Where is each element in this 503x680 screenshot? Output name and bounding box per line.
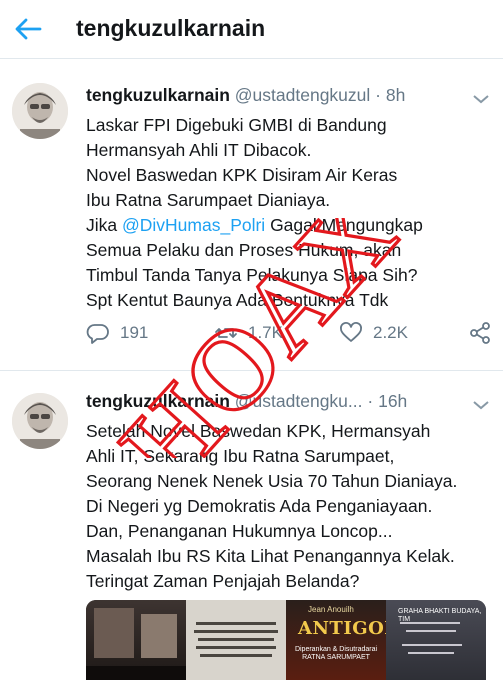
avatar[interactable] <box>12 83 68 139</box>
tweet-time: · 16h <box>367 391 408 411</box>
tweet-line-text: Gagal Mengungkap <box>265 215 423 235</box>
share-button[interactable] <box>468 321 492 345</box>
reply-button[interactable]: 191 <box>86 321 148 345</box>
tweet-header: tengkuzulkarnain @ustadtengku... · 16h <box>86 391 407 412</box>
tweet-line: Spt Kentut Baunya Ada Bentuknya Tdk <box>86 290 389 310</box>
reply-count: 191 <box>120 323 149 342</box>
display-name[interactable]: tengkuzulkarnain <box>86 391 230 411</box>
like-button[interactable]: 2.2K <box>339 321 408 345</box>
retweet-count: 1.7K <box>248 323 283 342</box>
tweet-time: · 8h <box>375 85 406 105</box>
tweet-text: Laskar FPI Digebuki GMBI di Bandung Herm… <box>86 113 498 313</box>
tweet-line: Jika @DivHumas_Polri Gagal Mengungkap <box>86 213 498 238</box>
user-handle[interactable]: @ustadtengku... <box>235 391 363 411</box>
tweet-media[interactable]: Jean Anouilh Diperankan & Disutradarai R… <box>86 600 486 680</box>
tweet-header: tengkuzulkarnain @ustadtengkuzul · 8h <box>86 85 405 106</box>
share-icon <box>470 322 490 344</box>
retweet-button[interactable]: 1.7K <box>214 321 283 345</box>
avatar[interactable] <box>12 393 68 449</box>
tweet-line: Hermansyah Ahli IT Dibacok. <box>86 140 312 160</box>
tweet-line: Seorang Nenek Nenek Usia 70 Tahun Diania… <box>86 471 458 491</box>
poster-credit: Diperankan & Disutradarai RATNA SARUMPAE… <box>294 646 378 661</box>
tweet[interactable]: tengkuzulkarnain @ustadtengkuzul · 8h La… <box>0 59 503 371</box>
media-photo <box>86 600 186 680</box>
poster-author: Jean Anouilh <box>308 605 354 614</box>
tweet-line: Dan, Penanganan Hukumnya Loncop... <box>86 521 393 541</box>
tweet-actions: 191 1.7K 2.2K <box>86 321 496 351</box>
more-options-icon[interactable] <box>471 397 491 410</box>
tweet-line: Ibu Ratna Sarumpaet Dianiaya. <box>86 190 331 210</box>
display-name[interactable]: tengkuzulkarnain <box>86 85 230 105</box>
tweet-line: Novel Baswedan KPK Disiram Air Keras <box>86 165 398 185</box>
tweet-text: Setelah Novel Baswedan KPK, Hermansyah A… <box>86 419 498 594</box>
media-poster: Jean Anouilh Diperankan & Disutradarai R… <box>286 600 386 680</box>
like-count: 2.2K <box>373 323 408 342</box>
tweet-line: Setelah Novel Baswedan KPK, Hermansyah <box>86 421 431 441</box>
page-title: tengkuzulkarnain <box>76 15 266 41</box>
media-venue: GRAHA BHAKTI BUDAYA, TIM <box>386 600 486 680</box>
tweet-line-text: Jika <box>86 215 122 235</box>
media-credits <box>186 600 286 680</box>
tweet-line: Laskar FPI Digebuki GMBI di Bandung <box>86 115 387 135</box>
tweet-line: Di Negeri yg Demokratis Ada Penganiayaan… <box>86 496 433 516</box>
reply-icon <box>86 324 109 344</box>
user-handle[interactable]: @ustadtengkuzul <box>235 85 371 105</box>
tweet-line: Teringat Zaman Penjajah Belanda? <box>86 571 360 591</box>
back-arrow-icon[interactable] <box>14 16 42 42</box>
heart-icon <box>340 322 362 342</box>
more-options-icon[interactable] <box>471 91 491 104</box>
tweet-line: Ahli IT, Sekarang Ibu Ratna Sarumpaet, <box>86 446 395 466</box>
top-bar: tengkuzulkarnain <box>0 0 503 59</box>
retweet-icon <box>215 328 237 338</box>
tweet-line: Timbul Tanda Tanya Pelakunya Siapa Sih? <box>86 265 418 285</box>
tweet-line: Semua Pelaku dan Proses Hukum, akan <box>86 240 402 260</box>
mention-link[interactable]: @DivHumas_Polri <box>122 215 265 235</box>
tweet-line: Masalah Ibu RS Kita Lihat Penangannya Ke… <box>86 546 455 566</box>
